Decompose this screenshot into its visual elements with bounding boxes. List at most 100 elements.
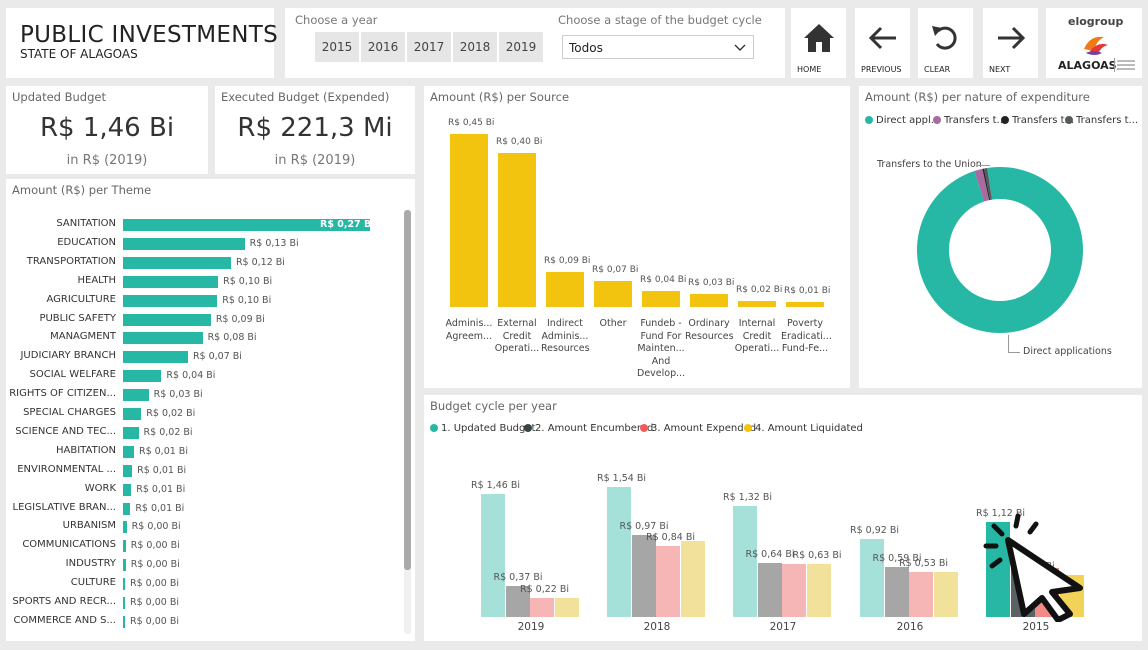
executed-budget-subtitle: in R$ (2019) xyxy=(274,153,356,168)
theme-label: SPORTS AND RECR... xyxy=(12,596,116,607)
executed-budget-card: Executed Budget (Expended) R$ 221,3 Mi i… xyxy=(215,86,415,174)
theme-label: RIGHTS OF CITIZEN... xyxy=(9,388,116,400)
cycle-bar xyxy=(733,505,757,617)
nature-donut-chart xyxy=(917,167,1083,333)
source-category-line: Resources xyxy=(541,343,590,354)
legend-dot xyxy=(865,116,873,124)
page-subtitle: STATE OF ALAGOAS xyxy=(20,47,138,61)
legend-dot xyxy=(933,116,941,124)
cycle-bar xyxy=(680,541,705,617)
legend-text: Transfers t... xyxy=(1076,115,1139,126)
title-panel: PUBLIC INVESTMENTS STATE OF ALAGOAS xyxy=(6,8,278,78)
theme-value-label: R$ 0,00 Bi xyxy=(130,578,179,590)
stage-select[interactable]: Todos xyxy=(562,35,754,59)
year-button-2016[interactable]: 2016 xyxy=(361,32,405,62)
theme-value-label: R$ 0,09 Bi xyxy=(215,313,265,325)
cycle-bar xyxy=(607,487,631,617)
theme-value-label: R$ 0,07 Bi xyxy=(192,351,242,363)
cycle-bar xyxy=(782,563,806,617)
year-button-2019[interactable]: 2019 xyxy=(499,32,543,62)
nature-legend-item: Transfers t... xyxy=(1065,115,1138,126)
source-category-line: Resources xyxy=(685,330,734,342)
theme-bar xyxy=(123,237,245,250)
home-button[interactable]: HOME xyxy=(791,8,846,78)
theme-bar xyxy=(123,332,203,345)
logo-divider xyxy=(1114,58,1115,72)
source-category-line: Fund-Fe... xyxy=(781,343,829,354)
theme-bar xyxy=(123,351,188,364)
source-bar xyxy=(498,153,536,307)
theme-bar xyxy=(123,313,211,326)
theme-value-label: R$ 0,10 Bi xyxy=(222,294,272,306)
year-button-2015[interactable]: 2015 xyxy=(315,32,359,62)
theme-value-label: R$ 0,13 Bi xyxy=(249,237,299,249)
source-category-line: Agreem... xyxy=(445,330,493,342)
theme-label: SCIENCE AND TEC... xyxy=(15,425,116,437)
theme-label: COMMERCE AND S... xyxy=(13,614,116,626)
alagoas-logo: ALAGOAS xyxy=(1058,59,1117,72)
source-category-line: Poverty xyxy=(787,318,823,329)
theme-value-label: R$ 0,02 Bi xyxy=(146,408,196,419)
theme-scrollbar[interactable] xyxy=(404,210,411,570)
next-button[interactable]: NEXT xyxy=(983,8,1038,78)
theme-bar xyxy=(123,540,126,553)
cycle-value-label: R$ 0,92 Bi xyxy=(850,525,899,537)
theme-bar xyxy=(123,521,127,534)
nature-chart-title: Amount (R$) per nature of expenditure xyxy=(865,90,1090,104)
theme-label: SOCIAL WELFARE xyxy=(29,369,116,381)
cycle-year-label: 2019 xyxy=(517,621,545,633)
source-category-line: Fundeb - xyxy=(640,318,682,329)
nature-legend-item: Direct appl... xyxy=(865,115,940,126)
theme-value-label: R$ 0,01 Bi xyxy=(138,445,188,457)
year-filter-label: Choose a year xyxy=(295,13,378,27)
reset-icon xyxy=(932,26,957,50)
theme-bar xyxy=(123,578,125,591)
source-bar xyxy=(450,134,488,307)
theme-value-label: R$ 0,02 Bi xyxy=(143,426,193,438)
theme-label: URBANISM xyxy=(62,520,116,532)
source-category-line: Internal xyxy=(738,318,776,329)
theme-label: SPECIAL CHARGES xyxy=(23,407,116,418)
theme-bar xyxy=(123,502,131,515)
source-category-line: Develop... xyxy=(637,368,686,379)
previous-button[interactable]: PREVIOUS xyxy=(855,8,910,78)
annotation-leader-line xyxy=(978,165,990,166)
theme-label: INDUSTRY xyxy=(65,558,116,570)
page-title: PUBLIC INVESTMENTS xyxy=(20,22,278,48)
clear-button[interactable]: CLEAR xyxy=(918,8,973,78)
legend-dot xyxy=(744,424,752,432)
source-value-label: R$ 0,02 Bi xyxy=(736,284,783,295)
cycle-year-label: 2016 xyxy=(896,621,924,633)
elogroup-logo: elogroup xyxy=(1068,15,1124,28)
cycle-year-label: 2018 xyxy=(643,621,671,633)
source-value-label: R$ 0,04 Bi xyxy=(640,274,687,285)
chevron-down-icon xyxy=(733,36,747,68)
theme-bar xyxy=(123,294,218,307)
cycle-value-label: R$ 1,46 Bi xyxy=(471,479,520,491)
cycle-value-label: R$ 1,32 Bi xyxy=(723,491,772,503)
updated-budget-card: Updated Budget R$ 1,46 Bi in R$ (2019) xyxy=(6,86,208,174)
theme-value-label: R$ 0,00 Bi xyxy=(130,559,180,571)
cycle-bar xyxy=(631,535,656,617)
year-button-2017[interactable]: 2017 xyxy=(407,32,451,62)
cycle-bar xyxy=(554,598,579,617)
updated-budget-subtitle: in R$ (2019) xyxy=(66,153,148,168)
clear-label: CLEAR xyxy=(924,65,951,74)
source-category-line: Indirect xyxy=(547,318,583,329)
cycle-bar xyxy=(933,572,958,617)
source-bar xyxy=(642,290,680,307)
year-button-2018[interactable]: 2018 xyxy=(453,32,497,62)
theme-label: EDUCATION xyxy=(57,236,116,248)
cycle-legend-item: 1. Updated Budget xyxy=(430,423,535,434)
source-value-label: R$ 0,40 Bi xyxy=(496,137,543,148)
theme-bar xyxy=(123,389,149,402)
theme-value-label: R$ 0,00 Bi xyxy=(130,540,180,552)
legend-dot xyxy=(640,424,648,432)
legend-dot xyxy=(1001,116,1009,124)
cycle-bar xyxy=(481,493,505,617)
theme-label: TRANSPORTATION xyxy=(26,255,116,267)
cycle-bar xyxy=(656,546,680,617)
annotation-direct-applications: Direct applications xyxy=(1023,346,1112,357)
source-category-line: Adminis... xyxy=(541,330,589,342)
theme-value-label: R$ 0,01 Bi xyxy=(136,483,186,495)
